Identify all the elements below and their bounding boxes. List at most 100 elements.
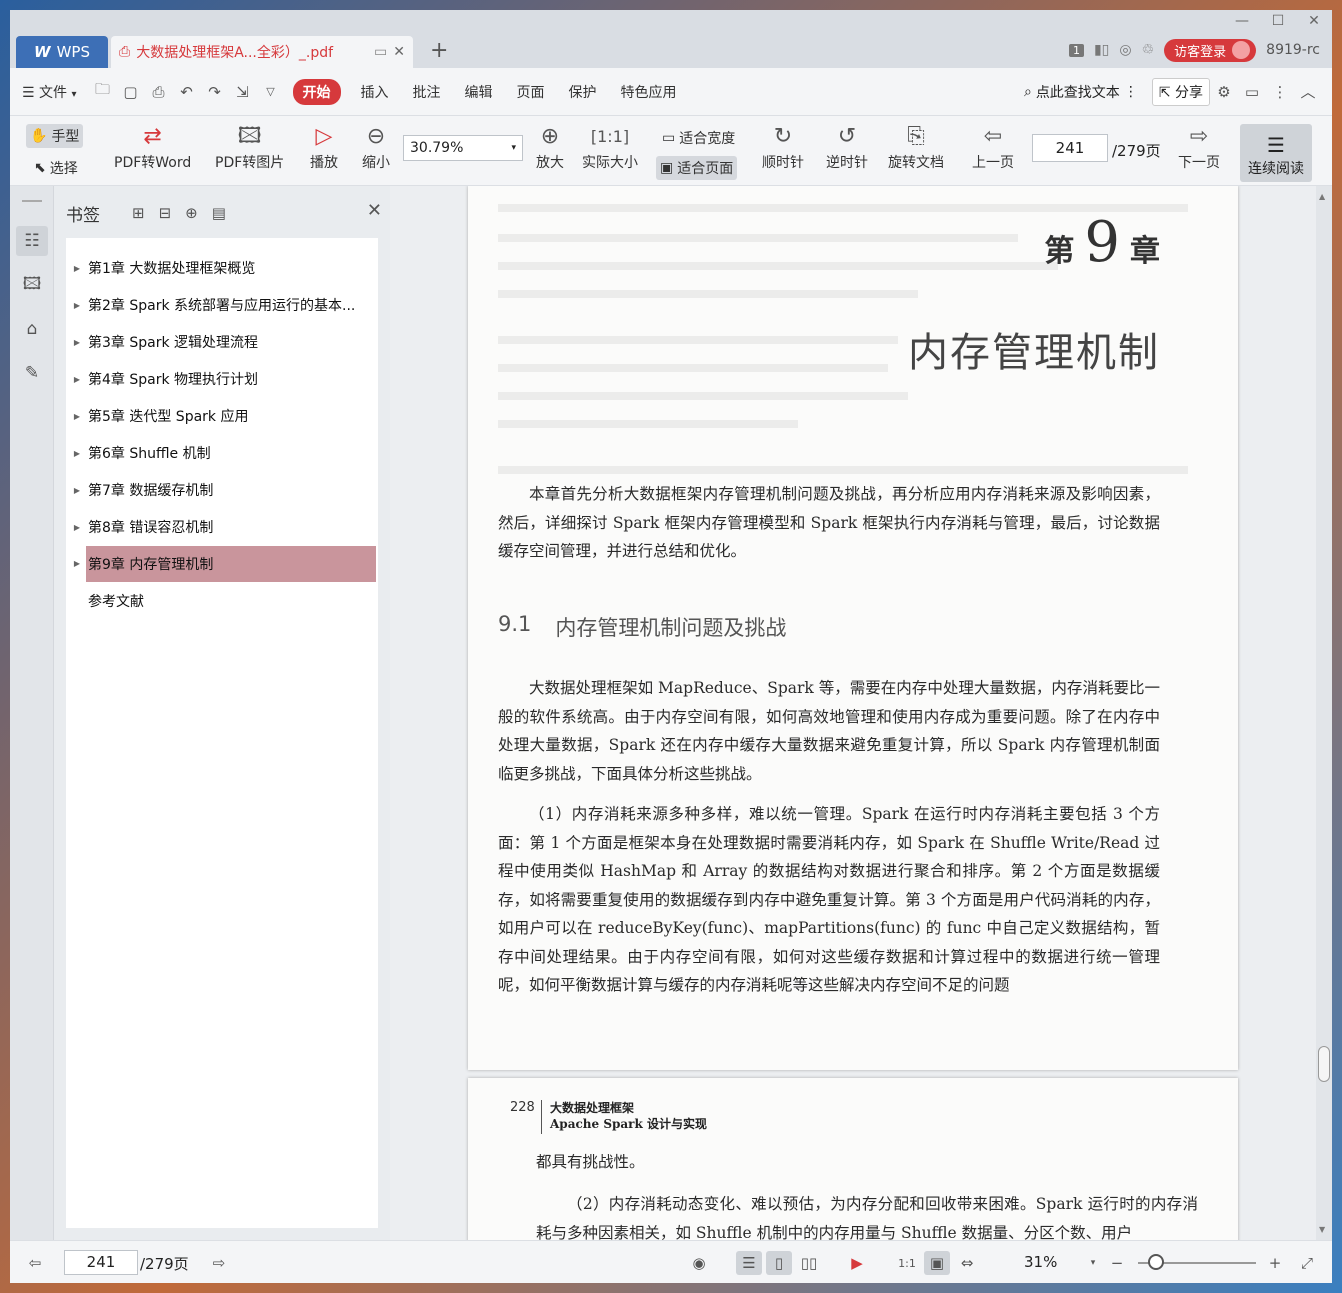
collapse-ribbon-icon[interactable]: ︿ [1294,81,1322,102]
fit-width-button[interactable]: ▭ 适合宽度 [658,126,739,150]
save-icon[interactable]: ▢ [117,83,145,101]
sidebar-toggle-icon[interactable]: ▮▯ [1094,42,1109,58]
export-icon[interactable]: ⇲ [229,83,257,101]
tab-insert[interactable]: 插入 [349,82,401,102]
minimize-icon[interactable]: — [1224,10,1260,32]
zoom-dropdown-icon[interactable]: ▾ [1080,1251,1106,1275]
bookmark-item[interactable]: ▶ 第1章 大数据处理框架概览 [66,250,378,286]
expand-all-icon[interactable]: ⊞ [132,204,145,222]
more-icon[interactable]: ⋮ [1266,83,1294,101]
zoom-out-button[interactable]: ⊖ 缩小 [362,122,390,172]
caret-right-icon[interactable]: ▶ [66,412,88,421]
print-icon[interactable]: ⎙ [145,83,173,101]
pdf-to-image-button[interactable]: 🖾 PDF转图片 [215,122,284,172]
prev-page-icon[interactable]: ⇦ [22,1251,48,1275]
sync-icon[interactable]: ◎ [1119,42,1131,58]
bookmark-item[interactable]: ▶ 第7章 数据缓存机制 [66,472,378,508]
hand-tool-button[interactable]: ✋ 手型 [26,124,84,148]
pdf-to-word-button[interactable]: ⇄ PDF转Word [114,122,191,172]
fit-width-icon[interactable]: ⇔ [954,1251,980,1275]
rotate-clockwise-button[interactable]: ↻ 顺时针 [762,122,804,172]
single-page-icon[interactable]: ▯ [766,1251,792,1275]
maximize-icon[interactable]: ☐ [1260,10,1296,32]
zoom-in-icon[interactable]: + [1262,1251,1288,1275]
scroll-up-icon[interactable]: ▲ [1319,192,1325,201]
wps-home-tab[interactable]: W WPS [16,36,108,68]
next-page-icon[interactable]: ⇨ [206,1251,232,1275]
tab-start[interactable]: 开始 [292,78,341,105]
bookmark-panel-icon[interactable]: ☷ [16,226,48,256]
tab-page[interactable]: 页面 [505,82,557,102]
tab-protect[interactable]: 保护 [557,82,609,102]
annotation-icon[interactable]: ⌂ [16,314,48,344]
caret-right-icon[interactable]: ▶ [66,546,88,582]
zoom-out-icon[interactable]: − [1104,1251,1130,1275]
status-page-input[interactable]: 241 [64,1250,138,1275]
caret-right-icon[interactable]: ▶ [66,264,88,273]
bookmark-item[interactable]: ▶ 第8章 错误容忍机制 [66,509,378,545]
document-tab[interactable]: ⎙ 大数据处理框架A...全彩）_.pdf ▭ ✕ [111,36,413,68]
scroll-down-icon[interactable]: ▼ [1319,1225,1325,1234]
caret-right-icon[interactable]: ▶ [66,449,88,458]
bookmark-item[interactable]: 参考文献 [66,583,378,619]
skin-icon[interactable]: ♲ [1142,42,1155,58]
caret-right-icon[interactable]: ▶ [66,375,88,384]
bookmark-item[interactable]: ▶ 第3章 Spark 逻辑处理流程 [66,324,378,360]
caret-right-icon[interactable]: ▶ [66,523,88,532]
select-tool-button[interactable]: ⬉ 选择 [30,156,82,180]
signature-icon[interactable]: ✎ [16,358,48,388]
two-page-icon[interactable]: ▯▯ [796,1251,822,1275]
document-view[interactable]: 第 9 章 内存管理机制 本章首先分析大数据框架内存管理机制问题及挑战，再分析应… [390,186,1316,1240]
zoom-percent[interactable]: 31% [1024,1253,1057,1271]
scroll-thumb[interactable] [1318,1046,1330,1082]
comment-icon[interactable]: ▭ [1238,83,1266,101]
play-icon[interactable]: ▶ [844,1251,870,1275]
zoom-in-button[interactable]: ⊕ 放大 [536,122,564,172]
bookmark-item[interactable]: ▶ 第2章 Spark 系统部署与应用运行的基本... [66,287,378,323]
eye-protection-icon[interactable]: ◉ [686,1251,712,1275]
bookmark-item-active[interactable]: 第9章 内存管理机制 [86,546,376,582]
redo-icon[interactable]: ↷ [201,83,229,101]
close-window-icon[interactable]: ✕ [1296,10,1332,32]
continuous-read-button[interactable]: ☰ 连续阅读 [1240,124,1312,182]
fullscreen-icon[interactable]: ⤢ [1294,1251,1320,1275]
close-tab-icon[interactable]: ✕ [393,44,405,60]
bookmark-item[interactable]: ▶ 第6章 Shuffle 机制 [66,435,378,471]
tab-annotate[interactable]: 批注 [401,82,453,102]
tab-special[interactable]: 特色应用 [609,82,689,102]
share-button[interactable]: ⇱ 分享 [1151,77,1210,106]
new-tab-icon[interactable]: + [430,38,448,63]
file-menu[interactable]: ☰ 文件 ▾ [10,82,89,102]
zoom-slider-knob[interactable] [1148,1254,1164,1270]
fit-page-icon[interactable]: ▣ [924,1251,950,1275]
prev-page-button[interactable]: ⇦ 上一页 [972,122,1014,172]
rotate-document-button[interactable]: ⎘ 旋转文档 [888,122,944,172]
fit-page-button[interactable]: ▣ 适合页面 [656,156,738,180]
actual-size-icon[interactable]: 1:1 [894,1251,920,1275]
open-icon[interactable]: 🗀 [89,79,117,104]
caret-right-icon[interactable]: ▶ [66,486,88,495]
undo-icon[interactable]: ↶ [173,83,201,101]
play-button[interactable]: ▷ 播放 [310,122,338,172]
actual-size-button[interactable]: [1:1] 实际大小 [582,122,638,172]
continuous-view-icon[interactable]: ☰ [736,1251,762,1275]
zoom-select[interactable]: 30.79% ▾ [403,135,523,161]
close-panel-icon[interactable]: ✕ [367,200,382,221]
next-page-button[interactable]: ⇨ 下一页 [1178,122,1220,172]
caret-right-icon[interactable]: ▶ [66,301,88,310]
caret-right-icon[interactable]: ▶ [66,338,88,347]
rotate-counterclockwise-button[interactable]: ↺ 逆时针 [826,122,868,172]
bookmark-item[interactable]: ▶ 第4章 Spark 物理执行计划 [66,361,378,397]
add-bookmark-icon[interactable]: ⊕ [185,204,198,222]
page-number-input[interactable]: 241 [1032,134,1108,162]
login-button[interactable]: 访客登录 [1164,38,1257,62]
thumbnail-icon[interactable]: 🖾 [16,270,48,300]
tab-monitor-icon[interactable]: ▭ [374,44,387,60]
collapse-all-icon[interactable]: ⊟ [159,204,172,222]
more-down-icon[interactable]: ▽ [257,85,285,98]
vertical-scrollbar[interactable]: ▲ ▼ [1316,186,1332,1240]
page-count-badge[interactable]: 1 [1068,43,1084,57]
find-text-button[interactable]: ⌕ 点此查找文本 ⋮ [1024,82,1138,102]
tab-edit[interactable]: 编辑 [453,82,505,102]
bookmark-item[interactable]: ▶ 第5章 迭代型 Spark 应用 [66,398,378,434]
